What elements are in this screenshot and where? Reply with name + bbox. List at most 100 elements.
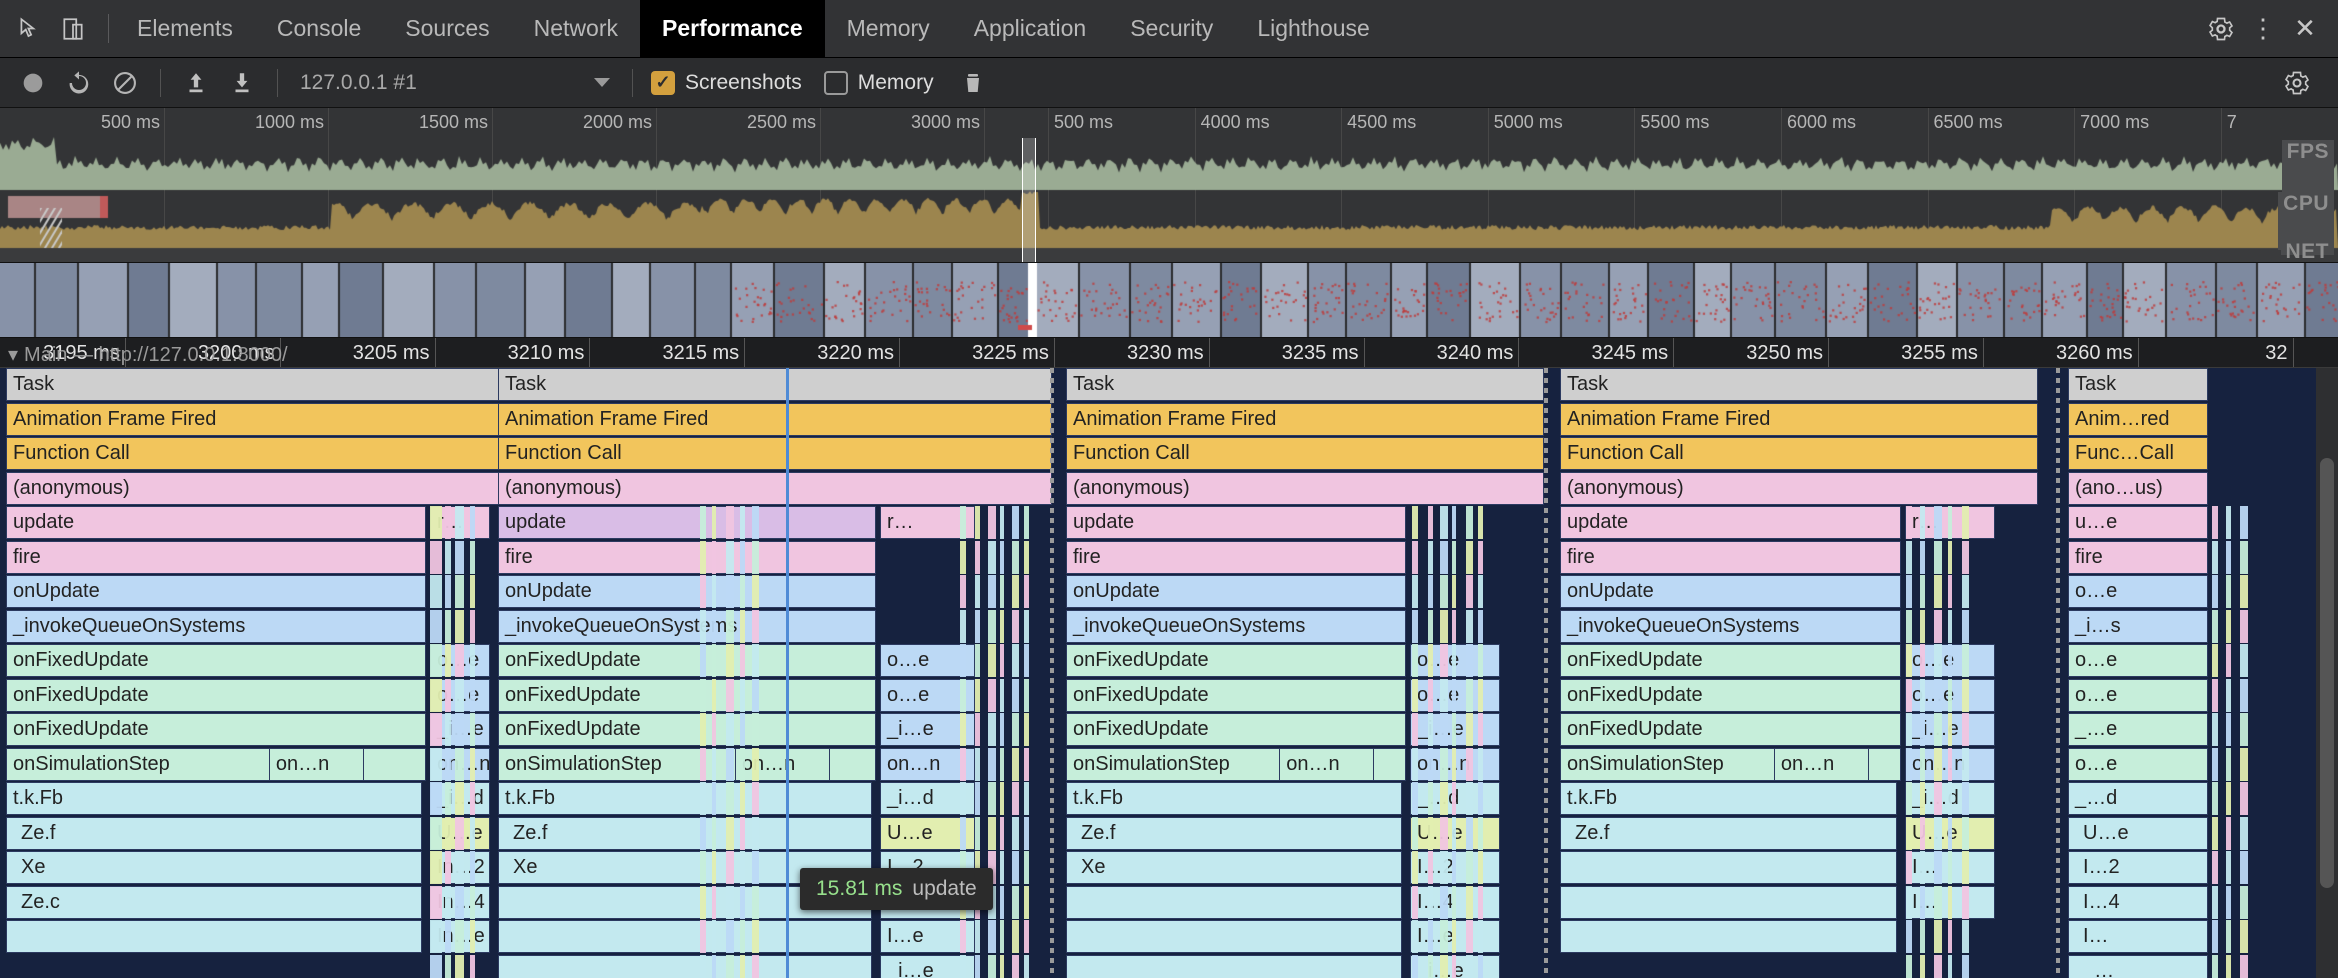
flamechart-bar[interactable] <box>470 748 475 781</box>
flamechart-bar[interactable] <box>1934 955 1942 978</box>
flamechart-bar[interactable] <box>752 920 759 953</box>
flamechart-bar[interactable]: Function Call <box>498 437 1052 470</box>
flamechart-bar[interactable] <box>1000 679 1004 712</box>
flamechart-bar[interactable] <box>1478 851 1483 884</box>
flamechart-bar[interactable]: onFixedUpdate <box>1560 713 1901 746</box>
flamechart-bar[interactable]: (anonymous) <box>498 472 1052 505</box>
flamechart-bar[interactable] <box>1478 817 1483 850</box>
flamechart-bar[interactable] <box>1906 644 1912 677</box>
flamechart-bar[interactable] <box>1962 920 1969 953</box>
flamechart-bar[interactable] <box>1000 541 1004 574</box>
flamechart-bar[interactable] <box>1906 886 1912 919</box>
flamechart-bar[interactable] <box>1452 506 1456 539</box>
flamechart-bar[interactable] <box>1962 679 1969 712</box>
flamechart-bar[interactable] <box>1012 851 1019 884</box>
flamechart-bar[interactable] <box>1024 817 1029 850</box>
flamechart-bar[interactable] <box>1012 575 1019 608</box>
memory-checkbox[interactable]: Memory <box>824 71 934 95</box>
flamechart-bar[interactable]: on…n <box>1774 748 1869 781</box>
settings-gear-icon[interactable] <box>2204 12 2238 46</box>
flamechart-bar[interactable] <box>445 920 451 953</box>
flamechart-bar[interactable] <box>2212 713 2218 746</box>
flamechart-bar[interactable] <box>1478 886 1483 919</box>
flamechart-bar[interactable] <box>1962 886 1969 919</box>
flamechart-bar[interactable]: (anonymous) <box>1560 472 2038 505</box>
flamechart-bar[interactable] <box>726 851 734 884</box>
flamechart-bar[interactable] <box>455 575 464 608</box>
flamechart-bar[interactable] <box>445 541 451 574</box>
flamechart-bar[interactable]: Task <box>1066 368 1544 401</box>
flamechart-bar[interactable] <box>1962 644 1969 677</box>
flamechart-bar[interactable] <box>988 679 996 712</box>
flamechart-bar[interactable] <box>700 851 706 884</box>
flamechart-bar[interactable] <box>1962 713 1969 746</box>
clear-recording-button[interactable] <box>102 60 148 106</box>
flamechart-bar[interactable] <box>988 817 996 850</box>
flamechart-bar[interactable] <box>712 782 716 815</box>
flamechart-bar[interactable] <box>1452 644 1456 677</box>
flamechart-bar[interactable] <box>975 782 980 815</box>
flamechart-bar[interactable] <box>988 920 996 953</box>
flamechart-bar[interactable] <box>1012 644 1019 677</box>
flamechart-bar[interactable] <box>740 748 745 781</box>
flamechart-bar[interactable] <box>960 955 966 978</box>
flamechart-bar[interactable] <box>1920 506 1925 539</box>
flamechart-bar[interactable] <box>712 748 716 781</box>
flamechart-bar[interactable] <box>1452 541 1456 574</box>
flamechart-bar[interactable] <box>726 713 734 746</box>
flamechart-bar[interactable] <box>1012 886 1019 919</box>
flamechart-bar[interactable] <box>1466 541 1473 574</box>
flamechart-bar[interactable] <box>740 920 745 953</box>
flamechart-bar[interactable] <box>2212 679 2218 712</box>
flamechart-bar[interactable]: update <box>1066 506 1406 539</box>
flamechart-bar[interactable] <box>752 575 759 608</box>
flamechart-bar[interactable] <box>445 575 451 608</box>
flamechart-bar[interactable] <box>988 748 996 781</box>
flamechart-bar[interactable] <box>700 713 706 746</box>
flamechart-bar[interactable] <box>1412 713 1418 746</box>
flamechart-bar[interactable] <box>430 644 442 677</box>
flamechart-bar[interactable] <box>455 610 464 643</box>
flamechart-bar[interactable] <box>1934 541 1942 574</box>
flamechart-bar[interactable]: Xe <box>1066 851 1402 884</box>
flamechart-bar[interactable] <box>1024 610 1029 643</box>
flamechart-bar[interactable] <box>1452 817 1456 850</box>
flamechart-bar[interactable] <box>445 886 451 919</box>
flamechart-bar[interactable] <box>1906 713 1912 746</box>
flamechart-bar[interactable] <box>740 782 745 815</box>
flamechart-bar[interactable]: Task <box>1560 368 2038 401</box>
flamechart-bar[interactable] <box>1560 851 1897 884</box>
flamechart-bar[interactable] <box>1948 713 1952 746</box>
flamechart-bar[interactable]: on…n <box>1279 748 1374 781</box>
flamechart-bar[interactable] <box>1906 575 1912 608</box>
tab-performance[interactable]: Performance <box>640 0 825 57</box>
flamechart-bar[interactable]: Anim…red <box>2068 403 2208 436</box>
flamechart-bar[interactable] <box>1012 782 1019 815</box>
screenshots-checkbox[interactable]: ✓ Screenshots <box>651 71 802 95</box>
tab-memory[interactable]: Memory <box>825 0 952 57</box>
flamechart-bar[interactable] <box>960 644 966 677</box>
flamechart-bar[interactable]: onFixedUpdate <box>498 713 876 746</box>
flamechart-bar[interactable] <box>2226 817 2231 850</box>
flamechart-bar[interactable] <box>752 610 759 643</box>
flamechart-bar[interactable]: _…d <box>2068 782 2208 815</box>
flamechart-bar[interactable] <box>445 817 451 850</box>
flamechart-bar[interactable] <box>960 610 966 643</box>
flamechart-bar[interactable] <box>1920 817 1925 850</box>
flamechart-bar[interactable] <box>445 782 451 815</box>
flamechart-bar[interactable] <box>1024 644 1029 677</box>
flamechart-bar[interactable] <box>1948 851 1952 884</box>
flamechart-bar[interactable] <box>1428 955 1433 978</box>
flamechart-bar[interactable]: Xe <box>6 851 422 884</box>
flamechart-bar[interactable] <box>1000 713 1004 746</box>
flamechart-bar[interactable]: Function Call <box>1560 437 2038 470</box>
flamechart-bar[interactable] <box>740 610 745 643</box>
flamechart-bar[interactable] <box>2212 506 2218 539</box>
flamechart-bar[interactable] <box>988 506 996 539</box>
flamechart-bar[interactable] <box>726 644 734 677</box>
flamechart-bar[interactable] <box>700 610 706 643</box>
flamechart-bar[interactable] <box>1066 955 1402 978</box>
flamechart-bar[interactable] <box>1428 748 1433 781</box>
flamechart-bar[interactable] <box>1428 713 1433 746</box>
flamechart-bar[interactable] <box>752 886 759 919</box>
